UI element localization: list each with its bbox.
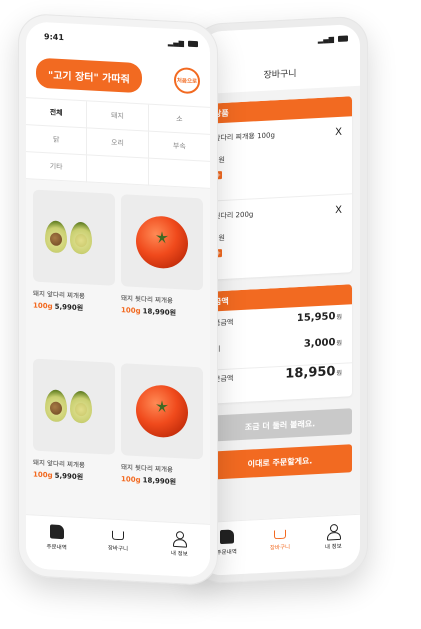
remove-item-button[interactable]: X <box>335 205 342 216</box>
avocado-half-image <box>45 389 67 423</box>
user-icon <box>172 531 186 546</box>
tab-cart[interactable]: 장바구니 <box>98 527 138 574</box>
category-chicken[interactable]: 닭 <box>26 125 88 156</box>
product-price: 100g 5,990원 <box>33 301 84 313</box>
product-image <box>33 189 115 286</box>
avocado-half-image <box>70 390 92 424</box>
total-value: 18,950원 <box>285 364 342 382</box>
document-icon <box>49 524 64 540</box>
summary-value: 3,000원 <box>303 337 342 350</box>
tab-bar: 주문내역 장바구니 내 정보 <box>200 513 360 577</box>
product-price: 100g 5,990원 <box>33 470 84 482</box>
remove-item-button[interactable]: X <box>335 127 342 138</box>
product-card[interactable]: 돼지 뒷다리 찌개용 100g 18,990원 <box>121 194 203 359</box>
product-image <box>121 363 203 460</box>
category-other[interactable]: 기타 <box>26 152 88 183</box>
product-name: 돼지 뒷다리 찌개용 <box>121 463 173 474</box>
product-price: 100g 18,990원 <box>121 306 177 318</box>
tomato-image <box>136 383 188 439</box>
product-image <box>33 358 115 455</box>
product-card[interactable]: 돼지 앞다리 찌개용 100g 5,990원 <box>33 189 115 355</box>
cart-products-panel: 상품 앞다리 찌개용 100g X 0원 + 뒷다리 200g X 0원 + <box>208 96 352 280</box>
battery-icon <box>188 40 198 48</box>
battery-icon <box>338 35 348 42</box>
menu-phone: 9:41 ▂▄▆ "고기 장터" 가따줘 처음으로 전체 돼지 소 닭 오리 부… <box>18 12 218 587</box>
tab-label: 주문내역 <box>216 549 237 557</box>
summary-value: 15,950원 <box>296 311 342 325</box>
cart-item-name: 앞다리 찌개용 100g <box>214 131 275 143</box>
tab-profile[interactable]: 내 정보 <box>159 530 199 577</box>
tab-profile[interactable]: 내 정보 <box>313 523 353 570</box>
tab-cart[interactable]: 장바구니 <box>260 526 300 573</box>
total-row: 문금액 18,950원 <box>208 362 352 404</box>
category-beef[interactable]: 소 <box>148 104 210 135</box>
cart-item-price: 0원 <box>214 155 225 165</box>
continue-shopping-button[interactable]: 조금 더 둘러 볼래요. <box>208 408 352 442</box>
signal-icon: ▂▄▆ <box>317 35 334 45</box>
product-price: 100g 18,990원 <box>121 475 177 487</box>
cart-summary-panel: 금액 품금액 15,950원 비 3,000원 문금액 18,950원 <box>208 284 352 404</box>
tab-label: 주문내역 <box>46 544 67 552</box>
signal-icon: ▂▄▆ <box>167 38 184 48</box>
place-order-button[interactable]: 이대로 주문할게요. <box>208 444 352 480</box>
product-image <box>121 194 203 291</box>
avocado-half-image <box>45 220 67 254</box>
cart-item-price: 0원 <box>214 233 225 243</box>
category-empty <box>87 155 149 186</box>
home-button[interactable]: 처음으로 <box>174 66 200 95</box>
cart-item-name: 뒷다리 200g <box>214 210 254 221</box>
document-icon <box>219 529 234 545</box>
avocado-half-image <box>70 221 92 255</box>
cart-icon <box>111 530 124 541</box>
category-empty <box>148 158 210 189</box>
category-grid: 전체 돼지 소 닭 오리 부속 기타 <box>26 97 210 189</box>
category-duck[interactable]: 오리 <box>87 128 149 159</box>
status-icons: ▂▄▆ <box>318 34 348 44</box>
tab-orders[interactable]: 주문내역 <box>37 524 77 571</box>
tab-label: 장바구니 <box>107 545 129 553</box>
category-offal[interactable]: 부속 <box>148 131 210 162</box>
tab-label: 내 정보 <box>324 543 342 551</box>
tab-bar: 주문내역 장바구니 내 정보 <box>26 514 210 578</box>
product-name: 돼지 앞다리 찌개용 <box>33 458 85 470</box>
status-icons: ▂▄▆ <box>168 39 198 49</box>
mockup-stage: ▂▄▆ 장바구니 상품 앞다리 찌개용 100g X 0원 + 뒷다리 200g <box>0 0 421 629</box>
cart-body: 상품 앞다리 찌개용 100g X 0원 + 뒷다리 200g X 0원 + 금… <box>200 85 360 577</box>
product-name: 돼지 앞다리 찌개용 <box>33 289 85 301</box>
status-time: 9:41 <box>44 31 64 42</box>
cart-item: 앞다리 찌개용 100g X 0원 + <box>208 116 352 202</box>
category-pork[interactable]: 돼지 <box>87 101 149 132</box>
cart-screen: ▂▄▆ 장바구니 상품 앞다리 찌개용 100g X 0원 + 뒷다리 200g <box>200 23 360 577</box>
user-icon <box>326 524 340 539</box>
cart-item: 뒷다리 200g X 0원 + <box>208 194 352 280</box>
product-grid: 돼지 앞다리 찌개용 100g 5,990원 돼지 뒷다리 찌개용 100g 18,… <box>26 179 210 529</box>
store-title: "고기 장터" 가따줘 <box>36 57 142 94</box>
tab-label: 내 정보 <box>170 550 188 558</box>
category-all[interactable]: 전체 <box>26 98 88 129</box>
tomato-image <box>136 214 188 270</box>
cart-phone: ▂▄▆ 장바구니 상품 앞다리 찌개용 100g X 0원 + 뒷다리 200g <box>192 15 368 585</box>
product-card[interactable]: 돼지 앞다리 찌개용 100g 5,990원 <box>33 358 115 524</box>
product-card[interactable]: 돼지 뒷다리 찌개용 100g 18,990원 <box>121 363 203 528</box>
product-name: 돼지 뒷다리 찌개용 <box>121 294 173 305</box>
menu-screen: 9:41 ▂▄▆ "고기 장터" 가따줘 처음으로 전체 돼지 소 닭 오리 부… <box>26 21 210 578</box>
tab-label: 장바구니 <box>269 544 291 552</box>
cart-icon <box>273 529 286 540</box>
